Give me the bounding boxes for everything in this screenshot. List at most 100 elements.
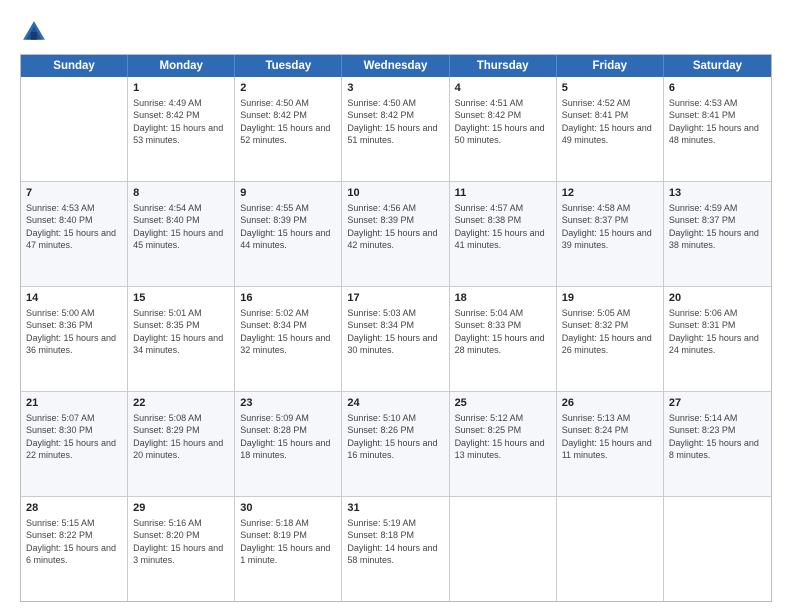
calendar-cell: 29Sunrise: 5:16 AM Sunset: 8:20 PM Dayli… bbox=[128, 497, 235, 601]
calendar-cell: 13Sunrise: 4:59 AM Sunset: 8:37 PM Dayli… bbox=[664, 182, 771, 286]
day-number: 11 bbox=[455, 186, 551, 201]
day-number: 8 bbox=[133, 186, 229, 201]
weekday-header-monday: Monday bbox=[128, 55, 235, 77]
cell-info: Sunrise: 4:53 AM Sunset: 8:40 PM Dayligh… bbox=[26, 202, 122, 252]
day-number: 22 bbox=[133, 396, 229, 411]
day-number: 19 bbox=[562, 291, 658, 306]
calendar-cell: 18Sunrise: 5:04 AM Sunset: 8:33 PM Dayli… bbox=[450, 287, 557, 391]
day-number: 10 bbox=[347, 186, 443, 201]
calendar-cell: 25Sunrise: 5:12 AM Sunset: 8:25 PM Dayli… bbox=[450, 392, 557, 496]
cell-info: Sunrise: 4:51 AM Sunset: 8:42 PM Dayligh… bbox=[455, 97, 551, 147]
cell-info: Sunrise: 5:13 AM Sunset: 8:24 PM Dayligh… bbox=[562, 412, 658, 462]
cell-info: Sunrise: 5:12 AM Sunset: 8:25 PM Dayligh… bbox=[455, 412, 551, 462]
day-number: 26 bbox=[562, 396, 658, 411]
calendar-row-1: 1Sunrise: 4:49 AM Sunset: 8:42 PM Daylig… bbox=[21, 77, 771, 181]
day-number: 6 bbox=[669, 81, 766, 96]
cell-info: Sunrise: 5:09 AM Sunset: 8:28 PM Dayligh… bbox=[240, 412, 336, 462]
cell-info: Sunrise: 5:01 AM Sunset: 8:35 PM Dayligh… bbox=[133, 307, 229, 357]
calendar-cell bbox=[664, 497, 771, 601]
calendar-cell: 9Sunrise: 4:55 AM Sunset: 8:39 PM Daylig… bbox=[235, 182, 342, 286]
calendar: SundayMondayTuesdayWednesdayThursdayFrid… bbox=[20, 54, 772, 602]
cell-info: Sunrise: 5:05 AM Sunset: 8:32 PM Dayligh… bbox=[562, 307, 658, 357]
day-number: 13 bbox=[669, 186, 766, 201]
day-number: 2 bbox=[240, 81, 336, 96]
cell-info: Sunrise: 5:18 AM Sunset: 8:19 PM Dayligh… bbox=[240, 517, 336, 567]
calendar-row-2: 7Sunrise: 4:53 AM Sunset: 8:40 PM Daylig… bbox=[21, 181, 771, 286]
weekday-header-saturday: Saturday bbox=[664, 55, 771, 77]
calendar-cell: 1Sunrise: 4:49 AM Sunset: 8:42 PM Daylig… bbox=[128, 77, 235, 181]
calendar-cell bbox=[557, 497, 664, 601]
day-number: 9 bbox=[240, 186, 336, 201]
cell-info: Sunrise: 5:19 AM Sunset: 8:18 PM Dayligh… bbox=[347, 517, 443, 567]
calendar-cell: 15Sunrise: 5:01 AM Sunset: 8:35 PM Dayli… bbox=[128, 287, 235, 391]
cell-info: Sunrise: 4:56 AM Sunset: 8:39 PM Dayligh… bbox=[347, 202, 443, 252]
calendar-cell bbox=[21, 77, 128, 181]
weekday-header-wednesday: Wednesday bbox=[342, 55, 449, 77]
calendar-cell: 30Sunrise: 5:18 AM Sunset: 8:19 PM Dayli… bbox=[235, 497, 342, 601]
header bbox=[20, 18, 772, 46]
calendar-cell: 26Sunrise: 5:13 AM Sunset: 8:24 PM Dayli… bbox=[557, 392, 664, 496]
cell-info: Sunrise: 5:14 AM Sunset: 8:23 PM Dayligh… bbox=[669, 412, 766, 462]
weekday-header-friday: Friday bbox=[557, 55, 664, 77]
cell-info: Sunrise: 4:50 AM Sunset: 8:42 PM Dayligh… bbox=[240, 97, 336, 147]
calendar-cell bbox=[450, 497, 557, 601]
calendar-cell: 23Sunrise: 5:09 AM Sunset: 8:28 PM Dayli… bbox=[235, 392, 342, 496]
calendar-cell: 11Sunrise: 4:57 AM Sunset: 8:38 PM Dayli… bbox=[450, 182, 557, 286]
calendar-cell: 4Sunrise: 4:51 AM Sunset: 8:42 PM Daylig… bbox=[450, 77, 557, 181]
calendar-cell: 12Sunrise: 4:58 AM Sunset: 8:37 PM Dayli… bbox=[557, 182, 664, 286]
calendar-cell: 7Sunrise: 4:53 AM Sunset: 8:40 PM Daylig… bbox=[21, 182, 128, 286]
calendar-cell: 10Sunrise: 4:56 AM Sunset: 8:39 PM Dayli… bbox=[342, 182, 449, 286]
day-number: 7 bbox=[26, 186, 122, 201]
calendar-row-5: 28Sunrise: 5:15 AM Sunset: 8:22 PM Dayli… bbox=[21, 496, 771, 601]
day-number: 25 bbox=[455, 396, 551, 411]
day-number: 1 bbox=[133, 81, 229, 96]
calendar-cell: 21Sunrise: 5:07 AM Sunset: 8:30 PM Dayli… bbox=[21, 392, 128, 496]
calendar-cell: 28Sunrise: 5:15 AM Sunset: 8:22 PM Dayli… bbox=[21, 497, 128, 601]
day-number: 23 bbox=[240, 396, 336, 411]
cell-info: Sunrise: 5:16 AM Sunset: 8:20 PM Dayligh… bbox=[133, 517, 229, 567]
calendar-cell: 6Sunrise: 4:53 AM Sunset: 8:41 PM Daylig… bbox=[664, 77, 771, 181]
cell-info: Sunrise: 4:54 AM Sunset: 8:40 PM Dayligh… bbox=[133, 202, 229, 252]
day-number: 4 bbox=[455, 81, 551, 96]
cell-info: Sunrise: 5:03 AM Sunset: 8:34 PM Dayligh… bbox=[347, 307, 443, 357]
calendar-row-3: 14Sunrise: 5:00 AM Sunset: 8:36 PM Dayli… bbox=[21, 286, 771, 391]
calendar-header: SundayMondayTuesdayWednesdayThursdayFrid… bbox=[21, 55, 771, 77]
day-number: 31 bbox=[347, 501, 443, 516]
cell-info: Sunrise: 4:52 AM Sunset: 8:41 PM Dayligh… bbox=[562, 97, 658, 147]
day-number: 28 bbox=[26, 501, 122, 516]
day-number: 17 bbox=[347, 291, 443, 306]
day-number: 14 bbox=[26, 291, 122, 306]
day-number: 16 bbox=[240, 291, 336, 306]
calendar-cell: 14Sunrise: 5:00 AM Sunset: 8:36 PM Dayli… bbox=[21, 287, 128, 391]
calendar-cell: 27Sunrise: 5:14 AM Sunset: 8:23 PM Dayli… bbox=[664, 392, 771, 496]
cell-info: Sunrise: 5:04 AM Sunset: 8:33 PM Dayligh… bbox=[455, 307, 551, 357]
calendar-cell: 5Sunrise: 4:52 AM Sunset: 8:41 PM Daylig… bbox=[557, 77, 664, 181]
day-number: 12 bbox=[562, 186, 658, 201]
cell-info: Sunrise: 5:00 AM Sunset: 8:36 PM Dayligh… bbox=[26, 307, 122, 357]
cell-info: Sunrise: 4:50 AM Sunset: 8:42 PM Dayligh… bbox=[347, 97, 443, 147]
calendar-cell: 22Sunrise: 5:08 AM Sunset: 8:29 PM Dayli… bbox=[128, 392, 235, 496]
calendar-cell: 2Sunrise: 4:50 AM Sunset: 8:42 PM Daylig… bbox=[235, 77, 342, 181]
cell-info: Sunrise: 4:59 AM Sunset: 8:37 PM Dayligh… bbox=[669, 202, 766, 252]
day-number: 3 bbox=[347, 81, 443, 96]
calendar-cell: 20Sunrise: 5:06 AM Sunset: 8:31 PM Dayli… bbox=[664, 287, 771, 391]
calendar-row-4: 21Sunrise: 5:07 AM Sunset: 8:30 PM Dayli… bbox=[21, 391, 771, 496]
day-number: 24 bbox=[347, 396, 443, 411]
cell-info: Sunrise: 4:55 AM Sunset: 8:39 PM Dayligh… bbox=[240, 202, 336, 252]
cell-info: Sunrise: 5:06 AM Sunset: 8:31 PM Dayligh… bbox=[669, 307, 766, 357]
calendar-cell: 19Sunrise: 5:05 AM Sunset: 8:32 PM Dayli… bbox=[557, 287, 664, 391]
day-number: 5 bbox=[562, 81, 658, 96]
weekday-header-thursday: Thursday bbox=[450, 55, 557, 77]
logo bbox=[20, 18, 52, 46]
page: SundayMondayTuesdayWednesdayThursdayFrid… bbox=[0, 0, 792, 612]
cell-info: Sunrise: 5:08 AM Sunset: 8:29 PM Dayligh… bbox=[133, 412, 229, 462]
day-number: 18 bbox=[455, 291, 551, 306]
calendar-cell: 31Sunrise: 5:19 AM Sunset: 8:18 PM Dayli… bbox=[342, 497, 449, 601]
cell-info: Sunrise: 4:53 AM Sunset: 8:41 PM Dayligh… bbox=[669, 97, 766, 147]
weekday-header-tuesday: Tuesday bbox=[235, 55, 342, 77]
day-number: 21 bbox=[26, 396, 122, 411]
day-number: 30 bbox=[240, 501, 336, 516]
cell-info: Sunrise: 4:49 AM Sunset: 8:42 PM Dayligh… bbox=[133, 97, 229, 147]
calendar-cell: 17Sunrise: 5:03 AM Sunset: 8:34 PM Dayli… bbox=[342, 287, 449, 391]
cell-info: Sunrise: 5:07 AM Sunset: 8:30 PM Dayligh… bbox=[26, 412, 122, 462]
